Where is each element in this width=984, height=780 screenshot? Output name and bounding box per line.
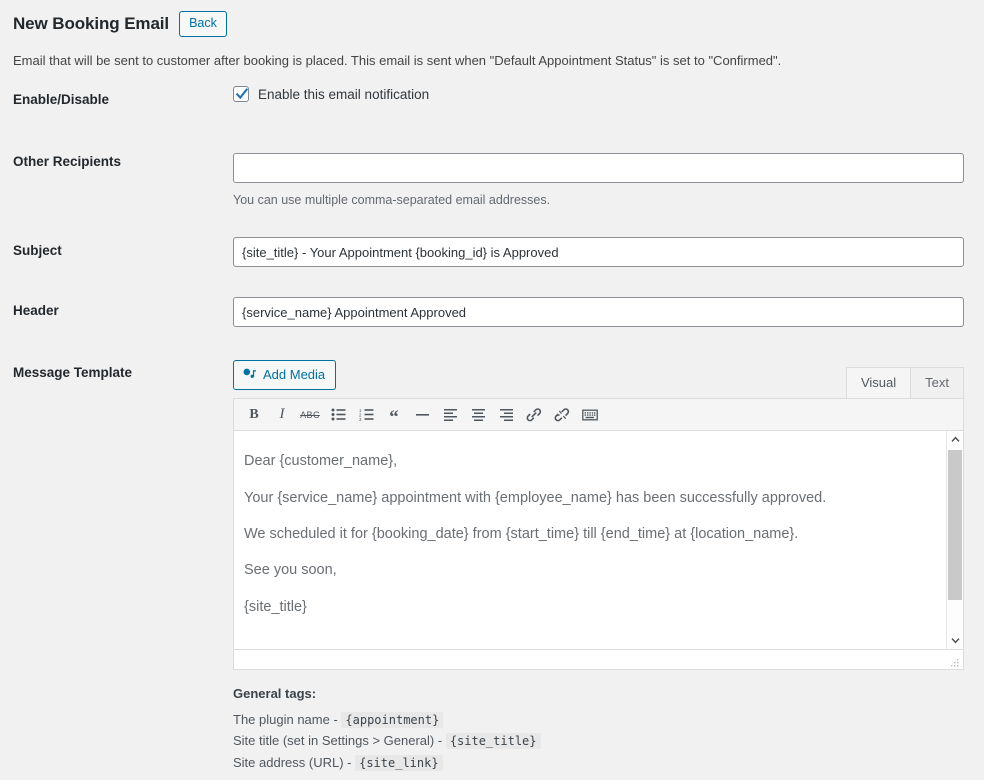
tag-description: The plugin name - [233, 711, 338, 727]
field-enable-disable: Enable this email notification [233, 86, 984, 102]
other-recipients-hint: You can use multiple comma-separated ema… [233, 192, 551, 207]
italic-icon[interactable]: I [268, 403, 296, 427]
settings-page: New Booking Email Back Email that will b… [0, 0, 984, 780]
field-subject [233, 237, 984, 268]
enable-email-checkbox[interactable] [233, 86, 249, 102]
editor-topbar: Add Media Visual Text [233, 360, 964, 399]
scroll-up-icon[interactable] [947, 431, 963, 449]
page-title: New Booking Email [13, 13, 170, 33]
form-row-enable: Enable/Disable Enable this email notific… [0, 86, 984, 109]
numbered-list-icon[interactable]: 123 [352, 403, 380, 427]
align-right-icon[interactable] [492, 403, 520, 427]
tag-item: Site address (URL) - {site_link} [233, 752, 964, 774]
tag-item: The plugin name - {appointment} [233, 709, 964, 731]
tab-text[interactable]: Text [911, 367, 964, 399]
editor-toolbar: B I ABC 123 “ [234, 399, 963, 432]
settings-form: Enable/Disable Enable this email notific… [0, 86, 984, 774]
editor-mode-tabs: Visual Text [845, 367, 964, 399]
field-other-recipients: You can use multiple comma-separated ema… [233, 152, 984, 210]
tag-description: Site address (URL) - [233, 755, 352, 771]
resize-handle-icon[interactable] [949, 656, 960, 667]
align-left-icon[interactable] [436, 403, 464, 427]
scrollbar-thumb[interactable] [948, 450, 962, 601]
editor-paragraph: We scheduled it for {booking_date} from … [244, 525, 799, 542]
general-tags-title: General tags: [233, 686, 317, 702]
scroll-down-icon[interactable] [947, 632, 963, 650]
wp-editor: Add Media Visual Text B I ABC 1 2 3 “ De… [233, 360, 964, 671]
enable-checkbox-label: Enable this email notification [258, 86, 430, 102]
page-header: New Booking Email Back [0, 0, 984, 37]
label-other-recipients: Other Recipients [13, 153, 122, 169]
label-subject: Subject [13, 243, 62, 259]
field-message-template: Add Media Visual Text B I ABC 1 2 3 “ De… [233, 360, 984, 774]
tag-description: Site title (set in Settings > General) - [233, 733, 443, 749]
form-row-subject: Subject [0, 237, 984, 268]
subject-input[interactable] [233, 237, 964, 268]
tab-visual[interactable]: Visual [845, 367, 912, 399]
add-media-button[interactable]: Add Media [233, 360, 337, 391]
bullet-list-icon[interactable] [324, 403, 352, 427]
tag-item: Site title (set in Settings > General) -… [233, 730, 964, 752]
checkmark-icon [235, 88, 249, 100]
add-media-label: Add Media [263, 367, 326, 383]
form-row-header: Header [0, 297, 984, 328]
editor-paragraph: See you soon, [244, 562, 337, 579]
blockquote-icon[interactable]: “ [380, 403, 408, 427]
insert-link-icon[interactable] [520, 403, 548, 427]
tag-code: {site_link} [355, 755, 443, 772]
editor-content-area[interactable]: Dear {customer_name}, Your {service_name… [234, 431, 963, 650]
tag-code: {site_title} [445, 733, 541, 750]
editor-scrollbar[interactable] [946, 431, 963, 650]
enable-checkbox-row[interactable]: Enable this email notification [233, 86, 964, 102]
strikethrough-icon[interactable]: ABC [296, 403, 324, 427]
align-center-icon[interactable] [464, 403, 492, 427]
form-row-recipients: Other Recipients You can use multiple co… [0, 152, 984, 210]
horizontal-rule-icon[interactable] [408, 403, 436, 427]
scrollbar-track[interactable] [947, 448, 963, 632]
bold-icon[interactable]: B [240, 403, 268, 427]
label-header: Header [13, 303, 59, 319]
label-message-template: Message Template [13, 365, 133, 381]
page-description: Email that will be sent to customer afte… [13, 52, 782, 68]
svg-text:3: 3 [359, 417, 362, 421]
editor-paragraph: {site_title} [244, 598, 307, 615]
general-tags-block: General tags: The plugin name - {appoint… [233, 670, 964, 774]
editor-statusbar [234, 649, 963, 670]
field-header [233, 297, 984, 328]
form-row-message-template: Message Template Add Media Visual Text B… [0, 360, 984, 774]
toolbar-toggle-icon[interactable] [576, 403, 604, 427]
editor-paragraph: Dear {customer_name}, [244, 453, 398, 470]
tag-code: {appointment} [341, 711, 444, 728]
other-recipients-input[interactable] [233, 152, 964, 183]
media-icon [243, 368, 256, 378]
editor-box: B I ABC 123 “ Dear {customer_name}, Your… [233, 398, 964, 671]
remove-link-icon[interactable] [548, 403, 576, 427]
header-input[interactable] [233, 297, 964, 328]
back-button[interactable]: Back [179, 11, 227, 37]
editor-paragraph: Your {service_name} appointment with {em… [244, 489, 827, 506]
label-enable-disable: Enable/Disable [13, 92, 110, 107]
